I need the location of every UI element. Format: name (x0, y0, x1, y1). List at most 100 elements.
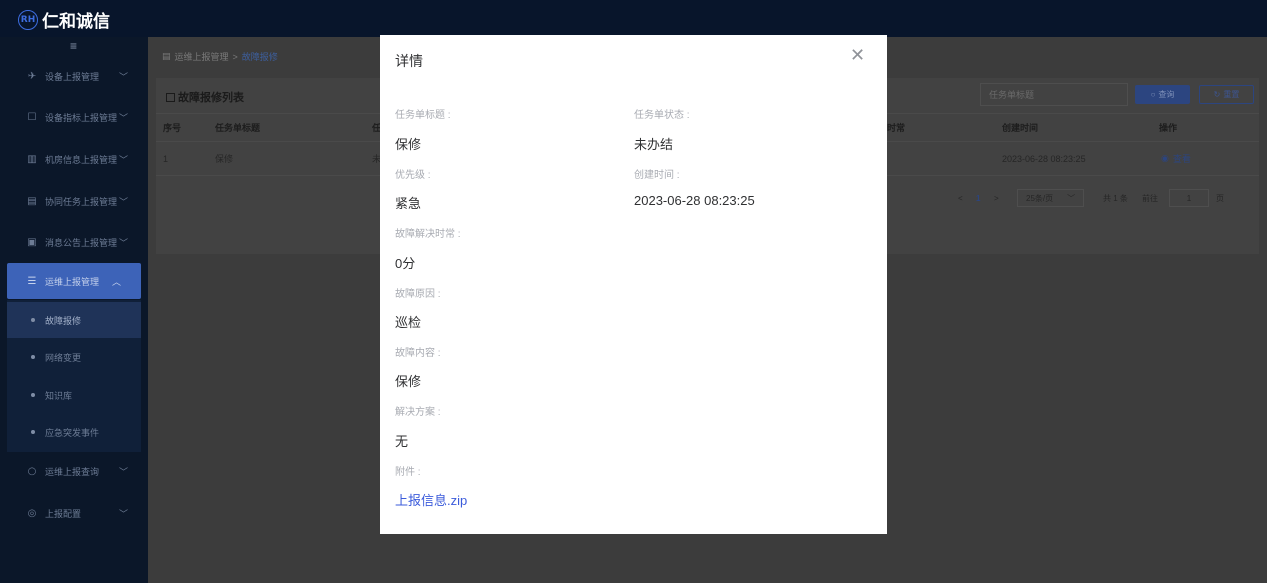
column-header: 时常 (887, 123, 906, 133)
sidebar-item-label: 上报配置 (45, 508, 82, 519)
bullet-icon (31, 430, 35, 434)
reset-button-label: 重置 (1223, 90, 1240, 99)
home-icon: ▤ (162, 51, 171, 61)
chevron-down-icon: ﹀ (118, 197, 128, 208)
sidebar-subitem-fault-repair[interactable]: 故障报修 (7, 302, 141, 338)
chevron-up-icon: ︿ (111, 277, 121, 288)
sliders-icon: ☰ (27, 275, 37, 287)
detail-dialog: 详情 ✕ 任务单标题 : 保修 任务单状态 : 未办结 优先级 : 紧急 创建时… (380, 35, 887, 534)
solution-value: 无 (395, 434, 409, 449)
breadcrumb: ▤ 运维上报管理 > 故障报修 (162, 50, 278, 63)
chevron-down-icon: ﹀ (118, 509, 128, 520)
search-input[interactable]: 任务单标题 (980, 83, 1128, 106)
sidebar-item-ops-report[interactable]: ☰ 运维上报管理 ︿ (7, 263, 141, 299)
sidebar-subitem-knowledge-base[interactable]: 知识库 (7, 377, 141, 413)
attachment-link[interactable]: 上报信息.zip (395, 490, 467, 509)
view-label: 查看 (1172, 154, 1191, 164)
send-icon: ✈ (27, 70, 37, 82)
hamburger-icon[interactable]: ≡ (70, 39, 77, 53)
sidebar-item-collab-task[interactable]: ▤ 协同任务上报管理 ﹀ (0, 183, 148, 219)
sidebar-item-label: 运维上报管理 (45, 276, 100, 287)
resolve-time-label: 故障解决时常 : (395, 229, 461, 240)
cell-title: 保修 (215, 154, 234, 164)
chevron-down-icon: ﹀ (118, 155, 128, 166)
breadcrumb-current: 故障报修 (241, 52, 278, 62)
view-button[interactable]: ◉ 查看 (1161, 142, 1191, 175)
list-title-text: 故障报修列表 (178, 92, 244, 104)
sidebar-item-device-metrics[interactable]: ☐ 设备指标上报管理 ﹀ (0, 99, 148, 135)
gear-icon: ◎ (27, 507, 37, 519)
total-count: 共 1 条 (1103, 193, 1128, 203)
query-button-label: 查询 (1158, 90, 1175, 99)
sidebar-item-label: 运维上报查询 (45, 466, 100, 477)
goto-page-input[interactable]: 1 (1169, 189, 1209, 207)
sidebar-subitem-label: 知识库 (45, 390, 73, 401)
list-icon (166, 92, 175, 102)
close-icon[interactable]: ✕ (850, 47, 865, 65)
bullet-icon (31, 318, 35, 322)
resolve-time-value: 0分 (395, 256, 416, 271)
breadcrumb-separator: > (232, 51, 238, 62)
created-time-value: 2023-06-28 08:23:25 (634, 193, 755, 208)
priority-label: 优先级 : (395, 170, 431, 181)
page-size-value: 25条/页 (1026, 193, 1054, 203)
fault-content-label: 故障内容 : (395, 348, 441, 359)
bullet-icon (31, 355, 35, 359)
fault-reason-value: 巡检 (395, 315, 422, 330)
chevron-down-icon: ﹀ (118, 467, 128, 478)
cell-created: 2023-06-28 08:23:25 (1002, 153, 1086, 164)
search-icon: ○ (1150, 90, 1156, 99)
reset-button[interactable]: ↻ 重置 (1199, 85, 1254, 104)
task-status-label: 任务单状态 : (634, 110, 690, 121)
page-size-select[interactable]: 25条/页 ﹀ (1017, 189, 1085, 207)
sidebar-subitem-network-change[interactable]: 网络变更 (7, 339, 141, 375)
app-title: 仁和诚信 (42, 12, 110, 31)
solution-label: 解决方案 : (395, 407, 441, 418)
sidebar-item-report-config[interactable]: ◎ 上报配置 ﹀ (0, 495, 148, 531)
logo-icon: RH (18, 9, 38, 30)
chevron-down-icon: ﹀ (118, 238, 128, 249)
top-bar: RH 仁和诚信 (0, 0, 1267, 37)
task-title-label: 任务单标题 : (395, 110, 451, 121)
sidebar-item-label: 消息公告上报管理 (45, 237, 118, 248)
sidebar-subitem-label: 应急突发事件 (45, 427, 100, 438)
sidebar: ≡ ✈ 设备上报管理 ﹀ ☐ 设备指标上报管理 ﹀ ▥ 机房信息上报管理 ﹀ ▤… (0, 37, 148, 583)
task-title-value: 保修 (395, 137, 422, 152)
sidebar-item-notice[interactable]: ▣ 消息公告上报管理 ﹀ (0, 224, 148, 260)
cell-index: 1 (163, 153, 169, 164)
chevron-down-icon: ﹀ (1067, 193, 1076, 203)
page-unit: 页 (1216, 193, 1224, 203)
sidebar-item-label: 协同任务上报管理 (45, 196, 118, 207)
next-page-button[interactable]: > (994, 186, 999, 210)
sidebar-item-ops-query[interactable]: ○ 运维上报查询 ﹀ (0, 453, 148, 489)
document-icon: ▤ (27, 195, 37, 207)
sidebar-item-label: 设备指标上报管理 (45, 112, 118, 123)
task-status-value: 未办结 (634, 137, 674, 152)
breadcrumb-root[interactable]: 运维上报管理 (175, 50, 229, 63)
building-icon: ▥ (27, 153, 37, 165)
query-button[interactable]: ○ 查询 (1135, 85, 1190, 104)
attachment-label: 附件 : (395, 467, 421, 478)
page-number[interactable]: 1 (976, 186, 980, 210)
column-header: 任务单标题 (215, 123, 261, 133)
search-icon: ○ (27, 465, 37, 477)
sidebar-item-label: 机房信息上报管理 (45, 154, 118, 165)
goto-label: 前往 (1142, 193, 1158, 203)
box-icon: ☐ (27, 111, 37, 123)
fault-content-value: 保修 (395, 374, 422, 389)
column-header: 创建时间 (1002, 123, 1039, 133)
sidebar-subitem-label: 网络变更 (45, 352, 82, 363)
column-header: 操作 (1159, 123, 1178, 133)
prev-page-button[interactable]: < (958, 186, 963, 210)
priority-value: 紧急 (395, 196, 422, 211)
list-title: 故障报修列表 (166, 89, 244, 105)
bullet-icon (31, 393, 35, 397)
sidebar-subitem-emergency[interactable]: 应急突发事件 (7, 414, 141, 450)
column-header: 序号 (163, 123, 182, 133)
fault-reason-label: 故障原因 : (395, 289, 441, 300)
refresh-icon: ↻ (1213, 90, 1221, 99)
app-logo[interactable]: RH 仁和诚信 (18, 7, 110, 32)
sidebar-item-room-info[interactable]: ▥ 机房信息上报管理 ﹀ (0, 141, 148, 177)
sidebar-item-device-report[interactable]: ✈ 设备上报管理 ﹀ (0, 58, 148, 94)
message-icon: ▣ (27, 236, 37, 248)
